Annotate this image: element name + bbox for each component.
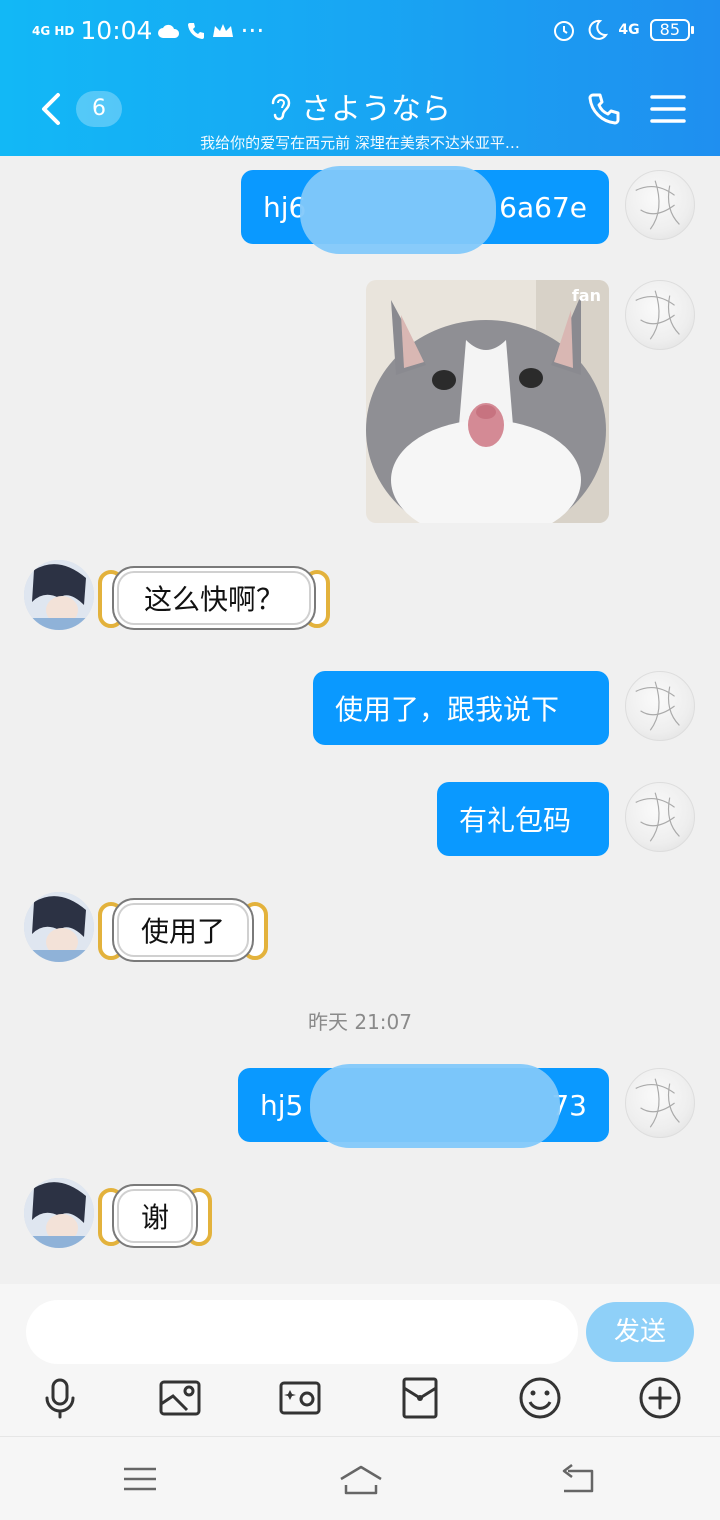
message-text: 使用了 <box>140 915 225 948</box>
sketch-avatar-icon <box>635 681 680 731</box>
chat-title-area[interactable]: さようなら 我给你的爱写在西元前 深埋在美索不达米亚平… <box>150 84 570 153</box>
ear-icon <box>271 93 291 121</box>
plus-icon[interactable] <box>638 1376 682 1420</box>
avatar-other[interactable] <box>24 1178 94 1248</box>
anime-avatar-icon <box>24 892 94 962</box>
sketch-avatar-icon <box>635 792 680 842</box>
avatar-me[interactable] <box>625 170 695 240</box>
redaction-mark <box>300 166 496 254</box>
input-bar: 发送 <box>0 1284 720 1436</box>
message-timestamp: 昨天 21:07 <box>308 1010 412 1034</box>
status-bar: 4G HD 10:04 ··· 4G 85 <box>0 0 720 64</box>
microphone-icon[interactable] <box>38 1376 82 1420</box>
emoji-icon[interactable] <box>518 1376 562 1420</box>
message-bubble-me[interactable]: 有礼包码 <box>437 782 609 856</box>
send-button[interactable]: 发送 <box>586 1302 694 1362</box>
message-bubble-me[interactable]: 使用了，跟我说下 <box>313 671 609 745</box>
message-bubble-other[interactable]: 谢 <box>98 1178 212 1248</box>
message-text-bubble: 这么快啊？ <box>112 566 316 630</box>
chat-title: さようなら <box>301 92 451 127</box>
cloud-icon <box>158 24 180 38</box>
anime-avatar-icon <box>24 560 94 630</box>
moon-icon <box>589 19 609 40</box>
status-time: 10:04 <box>80 16 153 45</box>
network-indicator: 4G HD <box>32 23 75 38</box>
camera-icon[interactable] <box>278 1376 322 1420</box>
network-4g: 4G <box>618 22 640 38</box>
avatar-me[interactable] <box>625 280 695 350</box>
image-watermark: fan <box>571 286 601 305</box>
red-packet-icon[interactable] <box>398 1376 442 1420</box>
more-status-icon: ··· <box>240 16 265 45</box>
anime-avatar-icon <box>24 1178 94 1248</box>
message-text: 这么快啊？ <box>143 583 284 616</box>
chat-subtitle: 我给你的爱写在西元前 深埋在美索不达米亚平… <box>200 134 520 152</box>
message-text-end: 6a67e <box>499 190 587 224</box>
call-icon <box>188 22 205 39</box>
battery-icon: 85 <box>649 19 695 41</box>
recent-apps-icon[interactable] <box>120 1459 160 1499</box>
chat-header: 4G HD 10:04 ··· 4G 85 6 さようなら 我给你的爱写在西元前… <box>0 0 720 156</box>
crown-icon <box>213 23 234 37</box>
phone-icon[interactable] <box>586 92 624 128</box>
avatar-me[interactable] <box>625 1068 695 1138</box>
message-text: 有礼包码 <box>459 804 572 837</box>
sketch-avatar-icon <box>635 290 680 340</box>
avatar-other[interactable] <box>24 560 94 630</box>
avatar-me[interactable] <box>625 671 695 741</box>
message-list[interactable]: hj6 6a67e fan 这么快啊？ 使用了，跟我说下 有礼包码 使用了 昨天… <box>0 156 720 1284</box>
image-message[interactable]: fan <box>366 280 609 523</box>
back-nav-icon[interactable] <box>558 1459 598 1499</box>
system-navigation-bar <box>0 1436 720 1520</box>
alarm-icon <box>554 21 575 41</box>
avatar-other[interactable] <box>24 892 94 962</box>
message-text: 使用了，跟我说下 <box>335 693 560 726</box>
cat-image <box>366 280 609 523</box>
sketch-avatar-icon <box>635 180 680 230</box>
menu-icon[interactable] <box>650 94 686 124</box>
sketch-avatar-icon <box>635 1078 680 1128</box>
home-icon[interactable] <box>338 1459 384 1499</box>
avatar-me[interactable] <box>625 782 695 852</box>
message-text-bubble: 使用了 <box>112 898 254 962</box>
message-input[interactable] <box>26 1300 578 1364</box>
image-icon[interactable] <box>158 1376 202 1420</box>
message-bubble-other[interactable]: 这么快啊？ <box>98 560 330 630</box>
redaction-mark <box>310 1064 560 1148</box>
back-icon[interactable] <box>36 92 66 126</box>
message-text: 谢 <box>140 1201 169 1234</box>
unread-badge[interactable]: 6 <box>76 91 122 127</box>
message-text-start: hj5 <box>260 1088 304 1122</box>
input-toolbar <box>0 1376 720 1426</box>
message-bubble-other[interactable]: 使用了 <box>98 892 268 962</box>
message-text-bubble: 谢 <box>112 1184 198 1248</box>
